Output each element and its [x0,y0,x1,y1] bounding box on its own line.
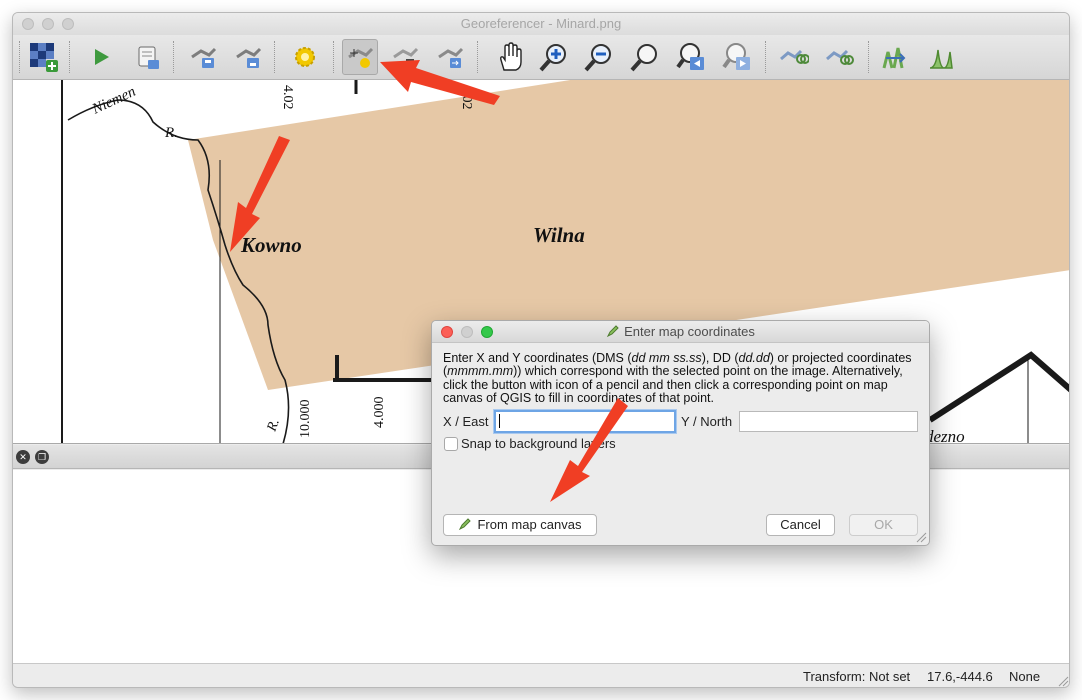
x-east-label: X / East [443,414,489,429]
load-gcp-icon [191,47,217,68]
pencil-icon [459,518,472,531]
toolbar-handle[interactable] [19,41,20,73]
move-point-icon [438,47,464,68]
start-georeferencing-button[interactable] [83,39,119,75]
latitude-label-1: 4.02 [280,85,295,110]
status-bar: Transform: Not set 17.6,-444.6 None [13,663,1069,687]
x-east-input[interactable] [494,410,676,433]
local-histogram-stretch-button[interactable] [923,39,959,75]
zoom-in-icon [539,44,566,72]
kowno-label: Kowno [240,233,302,257]
transformation-settings-button[interactable] [287,39,323,75]
zoom-in-button[interactable] [536,39,572,75]
zoom-last-button[interactable] [673,39,709,75]
latitude-label-2: 4.02 [459,85,474,110]
close-window-button[interactable] [22,18,34,30]
cancel-button[interactable]: Cancel [766,514,835,536]
toolbar-separator [333,41,334,73]
dialog-title: Enter map coordinates [624,324,755,339]
generate-gdal-script-button[interactable] [130,39,166,75]
dialog-close-button[interactable] [441,326,453,338]
close-dock-icon[interactable]: ✕ [16,450,30,464]
save-gcp-points-button[interactable] [230,39,266,75]
river-label-2: R. [264,417,283,434]
pencil-icon [606,325,619,338]
gear-icon [295,47,315,67]
add-raster-icon [30,43,58,72]
dialog-title-bar[interactable]: Enter map coordinates [432,321,929,343]
toolbar-separator [477,41,478,73]
window-title: Georeferencer - Minard.png [460,16,622,31]
y-north-input[interactable] [739,411,918,432]
zoom-out-icon [584,44,611,72]
local-histogram-icon [929,49,953,69]
play-icon [95,49,109,65]
zoom-last-icon [676,43,704,70]
snap-to-background-checkbox[interactable] [444,437,458,451]
zoom-window-button[interactable] [62,18,74,30]
link-qgis-to-georeferencer-button[interactable] [822,39,858,75]
georeferencer-toolbar [13,35,1069,80]
add-point-icon [348,47,374,68]
wilna-label: Wilna [533,223,585,247]
pan-button[interactable] [491,39,527,75]
dialog-resize-grip-icon[interactable] [915,531,927,543]
toolbar-separator [69,41,70,73]
troop-count-label-1: 10.000 [298,400,313,439]
link-qgis-icon [826,49,854,65]
title-bar[interactable]: Georeferencer - Minard.png [13,13,1069,35]
minimize-window-button[interactable] [42,18,54,30]
add-point-button[interactable] [342,39,378,75]
hand-icon [500,42,522,71]
float-dock-icon[interactable]: ❐ [35,450,49,464]
dialog-zoom-button[interactable] [481,326,493,338]
save-gcp-icon [236,47,262,68]
toolbar-separator [274,41,275,73]
move-gcp-point-button[interactable] [432,39,468,75]
y-north-label: Y / North [681,414,733,429]
open-raster-button[interactable] [26,39,62,75]
cursor-coordinates: 17.6,-444.6 [927,669,993,684]
toolbar-separator [765,41,766,73]
zoom-out-button[interactable] [581,39,617,75]
enter-map-coordinates-dialog: Enter map coordinates Enter X and Y coor… [431,320,930,546]
transform-status: Transform: Not set [803,669,911,684]
city-label-partial: dezno [925,427,965,444]
dialog-description: Enter X and Y coordinates (DMS (dd mm ss… [443,351,912,406]
histogram-icon [882,47,906,69]
snap-to-background-label: Snap to background layers [461,436,616,451]
delete-point-button[interactable] [387,39,423,75]
text-caret [499,414,500,428]
script-icon [138,46,159,69]
toolbar-separator [868,41,869,73]
ok-button[interactable]: OK [849,514,918,536]
zoom-next-button[interactable] [719,39,755,75]
link-georef-icon [780,49,809,64]
from-map-canvas-button[interactable]: From map canvas [443,514,597,536]
link-georeferencer-to-qgis-button[interactable] [776,39,812,75]
crs-status: None [1009,669,1041,684]
toolbar-separator [173,41,174,73]
dialog-minimize-button[interactable] [461,326,473,338]
zoom-next-icon [722,43,750,70]
river-label: R. [164,125,178,141]
zoom-to-layer-button[interactable] [627,39,663,75]
niemen-label: Niemen [89,84,138,118]
troop-count-label-2: 4.000 [372,397,387,429]
load-gcp-points-button[interactable] [185,39,221,75]
full-histogram-stretch-button[interactable] [877,39,913,75]
resize-grip-icon[interactable] [1057,675,1069,687]
zoom-to-layer-icon [630,44,657,72]
delete-point-icon [393,47,419,61]
